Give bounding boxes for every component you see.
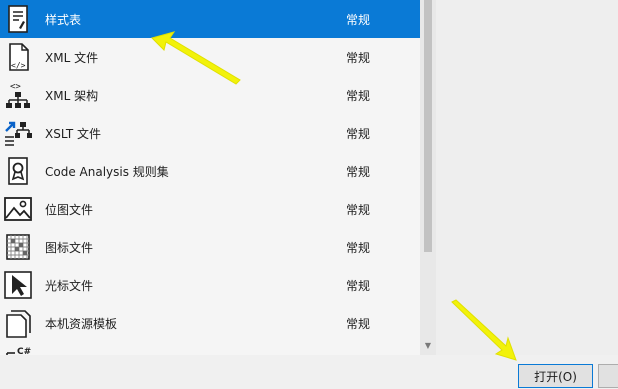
xml-schema-icon: <> xyxy=(2,79,34,111)
item-category: 常规 xyxy=(346,12,371,27)
item-name: 样式表 xyxy=(45,12,82,27)
item-name: 光标文件 xyxy=(45,278,94,293)
list-item[interactable]: C# xyxy=(0,342,420,355)
item-category: 常规 xyxy=(346,164,371,179)
svg-text:</>: </> xyxy=(11,61,26,70)
list-item[interactable]: 本机资源模板 常规 xyxy=(0,304,420,342)
csharp-file-icon: C# xyxy=(2,345,34,355)
resource-template-icon xyxy=(2,307,34,339)
list-item[interactable]: 图标文件 常规 xyxy=(0,228,420,266)
open-button[interactable]: 打开(O) xyxy=(518,364,593,388)
list-item[interactable]: <> XML 架构 常规 xyxy=(0,76,420,114)
svg-text:<>: <> xyxy=(10,82,21,92)
item-name: 位图文件 xyxy=(45,202,94,217)
icon-file-icon xyxy=(2,231,34,263)
item-name: 图标文件 xyxy=(45,240,94,255)
item-category: 常规 xyxy=(346,202,371,217)
item-category: 常规 xyxy=(346,126,371,141)
cancel-button[interactable] xyxy=(598,364,618,388)
item-name: XML 架构 xyxy=(45,88,99,103)
list-item[interactable]: 样式表 常规 xyxy=(0,0,420,38)
item-category: 常规 xyxy=(346,316,371,331)
item-category: 常规 xyxy=(346,278,371,293)
template-list[interactable]: 样式表 常规 </> XML 文件 常规 <> XML 架构 常规 XSLT 文… xyxy=(0,0,420,355)
item-name: XSLT 文件 xyxy=(45,126,102,141)
list-item[interactable]: 光标文件 常规 xyxy=(0,266,420,304)
item-category: 常规 xyxy=(346,240,371,255)
stylesheet-icon xyxy=(2,3,34,35)
list-item[interactable]: Code Analysis 规则集 常规 xyxy=(0,152,420,190)
item-name: Code Analysis 规则集 xyxy=(45,164,169,179)
item-name: XML 文件 xyxy=(45,50,99,65)
bitmap-icon xyxy=(2,193,34,225)
item-name: 本机资源模板 xyxy=(45,316,118,331)
item-category: 常规 xyxy=(346,88,371,103)
xml-file-icon: </> xyxy=(2,41,34,73)
scroll-down-arrow-icon[interactable]: ▼ xyxy=(421,340,435,352)
list-item[interactable]: 位图文件 常规 xyxy=(0,190,420,228)
list-item[interactable]: </> XML 文件 常规 xyxy=(0,38,420,76)
scrollbar-thumb[interactable] xyxy=(424,0,432,252)
ruleset-icon xyxy=(2,155,34,187)
cursor-file-icon xyxy=(2,269,34,301)
xslt-file-icon xyxy=(2,117,34,149)
list-item[interactable]: XSLT 文件 常规 xyxy=(0,114,420,152)
svg-text:C#: C# xyxy=(17,347,31,355)
details-pane xyxy=(436,0,618,355)
item-category: 常规 xyxy=(346,50,371,65)
